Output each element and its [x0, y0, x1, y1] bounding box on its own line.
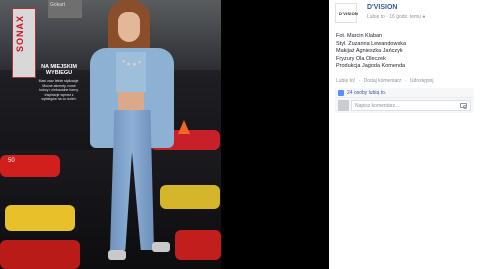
kart [0, 240, 80, 269]
magazine-title: NA MIEJSKIM WYBIEGU [41, 64, 77, 76]
page-avatar[interactable]: D'VISION [335, 3, 358, 23]
comment-composer: Napisz komentarz... [335, 98, 474, 113]
traffic-cone [178, 120, 190, 134]
action-separator: · [358, 78, 361, 84]
post-caption: Fot. Marcin Klaban Styl. Zuzanna Lewando… [336, 33, 476, 71]
caption-line: Fot. Marcin Klaban [336, 33, 383, 39]
user-avatar [338, 100, 349, 111]
page-name-link[interactable]: D'VISION [367, 4, 397, 11]
action-separator: · [404, 78, 407, 84]
post-sidebar: D'VISION D'VISION Lubię to · 16 godz. te… [329, 0, 480, 269]
caption-line: Makijaż Agnieszka Jańczyk [336, 48, 403, 54]
sponsor-banner-text: SONAX [15, 15, 25, 53]
kart [5, 205, 75, 231]
venue-sign: Gokart [48, 0, 82, 18]
post-photo[interactable]: SONAX Gokart NA MIEJSKIM WYBIEGU Maxi or… [0, 0, 221, 269]
likes-count-link[interactable]: 24 osoby lubią to. [347, 90, 386, 96]
magazine-body: Maxi oraz letnie stylizacje. Mocne akcen… [38, 79, 80, 101]
likes-summary: 24 osoby lubią to. [335, 88, 474, 98]
post-timestamp[interactable]: 16 godz. temu [389, 14, 421, 20]
share-button[interactable]: Udostępnij [410, 78, 434, 84]
model-shoe [108, 250, 126, 260]
photo-stage: SONAX Gokart NA MIEJSKIM WYBIEGU Maxi or… [0, 0, 329, 269]
magazine-text-block: NA MIEJSKIM WYBIEGU Maxi oraz letnie sty… [38, 64, 80, 102]
sponsor-banner: SONAX [12, 8, 36, 78]
post-header: D'VISION D'VISION Lubię to · 16 godz. te… [335, 3, 475, 25]
kart [175, 230, 221, 260]
caption-line: Produkcja Jagoda Komenda [336, 63, 406, 69]
comment-input[interactable]: Napisz komentarz... [351, 100, 471, 111]
model-figure [88, 0, 178, 269]
magazine-page-number: 50 [8, 158, 15, 164]
post-meta: Lubię to · 16 godz. temu ● [367, 14, 425, 20]
like-page-link[interactable]: Lubię to [367, 14, 385, 20]
camera-icon[interactable] [460, 103, 467, 109]
model-shoe [152, 242, 170, 252]
comment-button[interactable]: Dodaj komentarz [364, 78, 402, 84]
comment-placeholder: Napisz komentarz... [355, 103, 400, 109]
page-avatar-text: D'VISION [339, 11, 358, 16]
post-actions: Lubię to! · Dodaj komentarz · Udostępnij [336, 78, 436, 84]
model-midriff [118, 92, 144, 110]
model-face [118, 12, 140, 42]
caption-line: Fryzury Ola Oleczek [336, 55, 386, 62]
caption-line: Styl. Zuzanna Lewandowska [336, 40, 407, 47]
thumbs-up-icon [338, 90, 344, 96]
like-button[interactable]: Lubię to! [336, 78, 355, 84]
globe-icon: ● [422, 14, 426, 20]
model-jeans [110, 110, 154, 250]
